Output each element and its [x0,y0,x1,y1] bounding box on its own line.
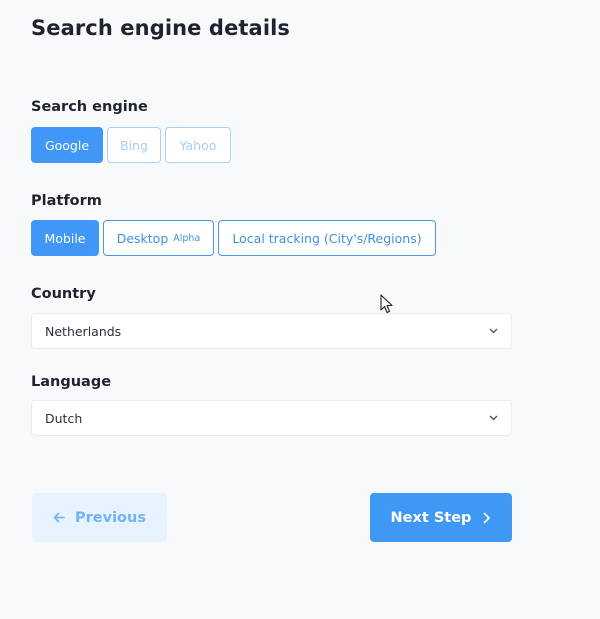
chevron-right-icon [483,512,491,524]
arrow-left-icon [53,512,65,523]
search-engine-yahoo-button[interactable]: Yahoo [165,127,231,163]
platform-mobile-button[interactable]: Mobile [31,220,99,256]
search-engine-google-button[interactable]: Google [31,127,103,163]
platform-options: Mobile Desktop Alpha Local tracking (Cit… [31,220,436,256]
search-engine-bing-button[interactable]: Bing [107,127,161,163]
platform-desktop-button[interactable]: Desktop Alpha [103,220,214,256]
next-step-button-label: Next Step [390,509,472,526]
previous-button[interactable]: Previous [32,493,167,542]
search-engine-details-page: Search engine details Search engine Goog… [0,0,600,619]
previous-button-label: Previous [75,509,146,526]
platform-desktop-label: Desktop [116,230,169,246]
country-select[interactable]: Netherlands [31,313,512,349]
chevron-down-icon [488,326,498,336]
country-label: Country [31,286,96,302]
platform-label: Platform [31,193,102,209]
mouse-pointer-icon [380,294,394,318]
platform-local-tracking-button[interactable]: Local tracking (City's/Regions) [218,220,436,256]
country-select-value: Netherlands [45,323,122,339]
language-select[interactable]: Dutch [31,400,512,436]
search-engine-options: Google Bing Yahoo [31,127,231,163]
next-step-button[interactable]: Next Step [370,493,512,542]
language-label: Language [31,374,112,390]
search-engine-label: Search engine [31,99,148,115]
chevron-down-icon [488,413,498,423]
page-title: Search engine details [31,16,291,40]
alpha-badge: Alpha [173,232,201,244]
language-select-value: Dutch [45,410,83,426]
